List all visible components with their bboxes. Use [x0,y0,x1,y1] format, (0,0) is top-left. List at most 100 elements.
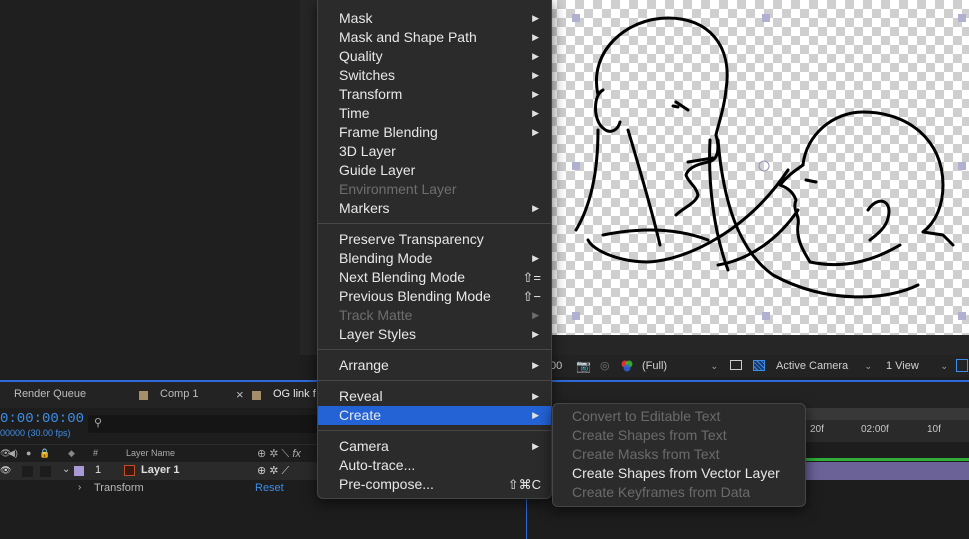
current-timecode[interactable]: 0:00:00:00 [0,411,84,427]
camera-view-select[interactable]: Active Camera ⌄ [776,358,876,374]
chevron-down-icon[interactable]: ⌄ [62,464,70,475]
submenu-arrow-icon: ▶ [532,70,539,80]
column-layer-name[interactable]: Layer Name [126,448,175,458]
submenu-item-label: Create Shapes from Vector Layer [572,465,780,481]
menu-item-create[interactable]: Create ▶ [318,406,551,425]
menu-item-3d-layer[interactable]: 3D Layer [318,142,551,161]
tab-render-queue[interactable]: Render Queue [14,388,86,400]
menu-item-arrange[interactable]: Arrange ▶ [318,356,551,375]
tab-og-link[interactable]: OG link f [273,388,316,400]
menu-item-camera[interactable]: Camera ▶ [318,437,551,456]
layer-duration-bar[interactable] [805,462,969,480]
audio-toggle[interactable] [22,466,33,477]
submenu-item-create-shapes-from-text: Create Shapes from Text [553,426,805,445]
transparency-grid-icon[interactable] [753,360,765,371]
resolution-select[interactable]: (Full) ⌄ [642,358,722,374]
submenu-arrow-icon: ▶ [532,108,539,118]
submenu-arrow-icon: ▶ [532,89,539,99]
close-tab-icon[interactable]: × [236,387,244,402]
submenu-arrow-icon: ▶ [532,203,539,213]
comp-label-swatch [252,391,261,400]
menu-item-time[interactable]: Time ▶ [318,104,551,123]
time-ruler[interactable]: 20f 02:00f 10f [805,420,969,442]
toggle-pixel-aspect-icon[interactable] [956,359,968,372]
audio-icon[interactable]: ◀) [8,448,18,459]
transform-property-row[interactable]: › Transform Reset [0,480,320,498]
solo-toggle[interactable] [40,466,51,477]
region-of-interest-icon[interactable] [730,360,742,370]
column-number: # [93,448,99,458]
submenu-arrow-icon: ▶ [532,253,539,263]
menu-item-reveal[interactable]: Reveal ▶ [318,387,551,406]
layer-label-swatch[interactable] [74,466,84,476]
menu-separator [318,430,551,431]
illustrator-layer-icon [124,465,135,476]
menu-item-mask-and-shape-path[interactable]: Mask and Shape Path ▶ [318,28,551,47]
menu-item-guide-layer[interactable]: Guide Layer [318,161,551,180]
menu-item-next-blending-mode[interactable]: Next Blending Mode ⇧= [318,268,551,287]
submenu-arrow-icon: ▶ [532,13,539,23]
submenu-arrow-icon: ▶ [532,391,539,401]
menu-separator [318,349,551,350]
submenu-arrow-icon: ▶ [532,51,539,61]
menu-item-label: Camera [339,438,389,454]
menu-item-mask[interactable]: Mask ▶ [318,9,551,28]
submenu-arrow-icon: ▶ [532,32,539,42]
project-panel-area [0,0,300,378]
submenu-arrow-icon: ▶ [532,441,539,451]
menu-item-label: Previous Blending Mode [339,288,491,304]
camera-snapshot-icon[interactable]: 📷 [576,355,591,377]
chevron-right-icon[interactable]: › [78,482,81,493]
eye-icon[interactable]: 👁 [0,465,11,476]
ruler-tick-label: 02:00f [861,424,889,435]
menu-item-label: Pre-compose... [339,476,434,492]
layer-switches-icon[interactable]: ⊕ ✲ ⟋ [257,464,289,478]
lock-icon[interactable]: 🔒 [39,448,50,459]
menu-item-blending-mode[interactable]: Blending Mode ▶ [318,249,551,268]
menu-item-label: Next Blending Mode [339,269,466,285]
ruler-tick-label: 20f [810,424,824,435]
work-area-indicator [805,458,969,461]
menu-item-preserve-transparency[interactable]: Preserve Transparency [318,230,551,249]
menu-item-pre-compose[interactable]: Pre-compose... ⇧⌘C [318,475,551,494]
comp-label-swatch [139,391,148,400]
solo-icon[interactable]: ● [26,448,31,458]
menu-item-frame-blending[interactable]: Frame Blending ▶ [318,123,551,142]
layer-name[interactable]: Layer 1 [141,464,180,476]
submenu-arrow-icon: ▶ [532,410,539,420]
search-icon: ⚲ [94,417,103,429]
menu-item-switches[interactable]: Switches ▶ [318,66,551,85]
menu-shortcut: ⇧= [522,270,541,285]
color-channels-icon[interactable] [620,355,634,377]
menu-item-label: Switches [339,67,396,83]
menu-item-label: Layer Styles [339,326,417,342]
layer-row[interactable]: 👁 ⌄ 1 Layer 1 ⊕ ✲ ⟋ [0,462,320,480]
menu-separator [318,223,551,224]
view-layout-select[interactable]: 1 View ⌄ [886,358,952,374]
menu-item-label: Mask and Shape Path [339,29,477,45]
reset-transform-link[interactable]: Reset [255,482,284,494]
menu-item-label: Frame Blending [339,124,438,140]
menu-item-previous-blending-mode[interactable]: Previous Blending Mode ⇧− [318,287,551,306]
chevron-down-icon: ⌄ [710,361,718,371]
submenu-item-label: Convert to Editable Text [572,408,721,424]
submenu-item-create-shapes-from-vector-layer[interactable]: Create Shapes from Vector Layer [553,464,805,483]
line-drawing-artwork [572,14,966,320]
layer-number: 1 [95,464,102,476]
chevron-down-icon: ⌄ [864,361,872,371]
layer-column-header: 👁 ◀) ● 🔒 ◆ # Layer Name ⊕ ✲ ⟍ fx [0,444,320,462]
layer-search-input[interactable]: ⚲ [88,415,318,433]
menu-item-quality[interactable]: Quality ▶ [318,47,551,66]
menu-item-label: 3D Layer [339,143,396,159]
submenu-arrow-icon: ▶ [532,310,539,320]
transform-label: Transform [94,482,144,494]
tab-comp-1[interactable]: Comp 1 [160,388,199,400]
show-snapshot-icon[interactable]: ◎ [600,355,610,377]
menu-item-auto-trace[interactable]: Auto-trace... [318,456,551,475]
composition-canvas[interactable] [548,0,969,335]
label-tag-icon[interactable]: ◆ [68,448,75,459]
menu-item-markers[interactable]: Markers ▶ [318,199,551,218]
menu-item-layer-styles[interactable]: Layer Styles ▶ [318,325,551,344]
submenu-item-create-masks-from-text: Create Masks from Text [553,445,805,464]
menu-item-transform[interactable]: Transform ▶ [318,85,551,104]
